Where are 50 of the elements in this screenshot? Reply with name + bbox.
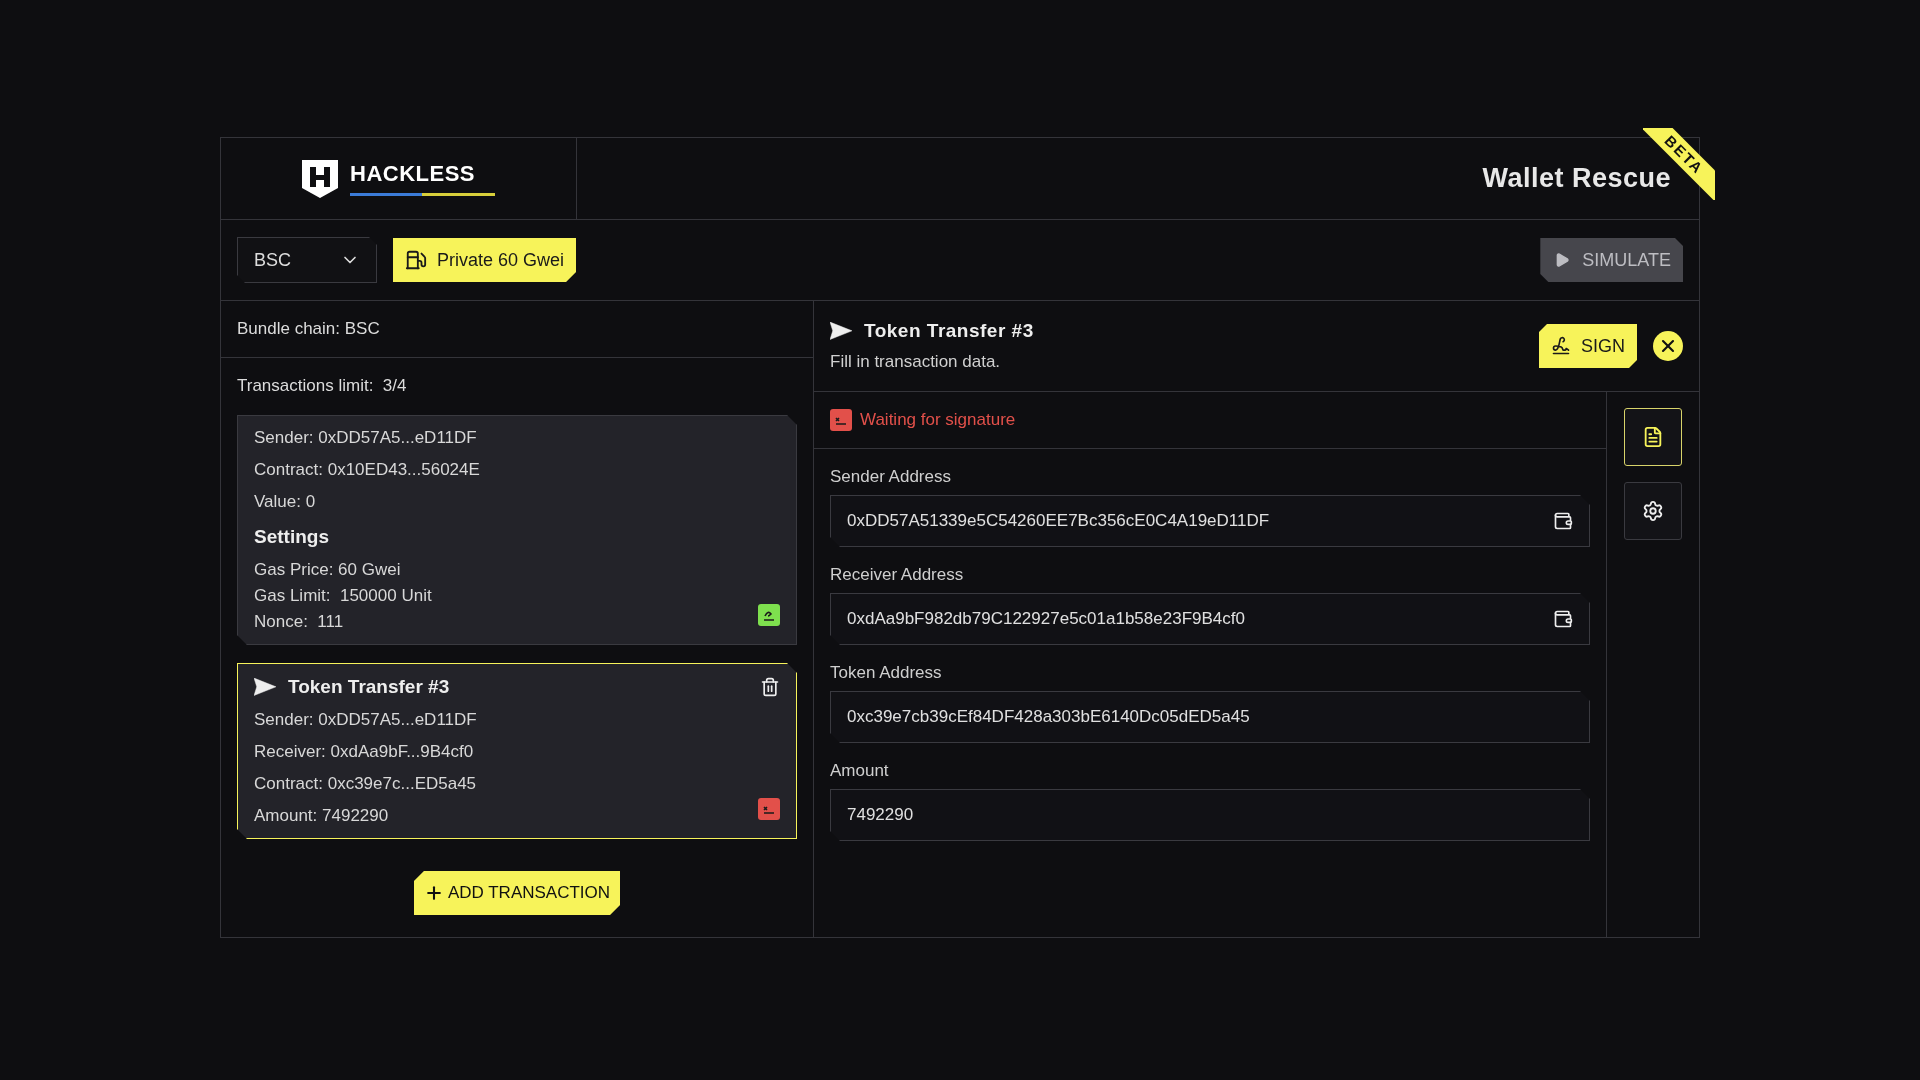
fuel-pump-icon — [405, 249, 427, 271]
field-label: Amount — [830, 761, 890, 781]
wallet-button[interactable] — [1553, 609, 1573, 629]
delete-button[interactable] — [760, 677, 780, 697]
trash-icon — [760, 677, 780, 697]
send-icon — [830, 322, 852, 340]
field-label: Receiver Address — [830, 565, 965, 585]
send-icon — [254, 678, 276, 696]
brand-name: HACKLESS — [350, 161, 476, 187]
transactions-limit-value: 3/4 — [382, 376, 407, 396]
document-button[interactable] — [1624, 408, 1682, 466]
setting-detail: Gas Price: 60 Gwei — [254, 560, 402, 580]
settings-heading: Settings — [254, 526, 330, 548]
shield-logo-icon — [302, 159, 338, 198]
transaction-detail: Receiver: 0xdAa9bF...9B4cf0 — [254, 742, 475, 762]
gas-button[interactable]: Private 60 Gwei — [393, 238, 577, 282]
transaction-detail: Contract: 0x10ED43...56024E — [254, 460, 481, 480]
field-label: Token Address — [830, 663, 943, 683]
field-label: Sender Address — [830, 467, 952, 487]
play-icon — [1554, 252, 1571, 268]
input-field[interactable]: 7492290 — [830, 789, 1590, 841]
transaction-title: Token Transfer #3 — [288, 676, 450, 698]
bundle-chain-label: Bundle chain: BSC — [237, 319, 380, 339]
setting-detail: Gas Limit: 150000 Unit — [254, 586, 433, 606]
add-transaction-button[interactable]: ADD TRANSACTION — [413, 871, 621, 915]
transaction-detail: Sender: 0xDD57A5...eD11DF — [254, 428, 478, 448]
transaction-subtitle: Fill in transaction data. — [830, 352, 1002, 372]
chain-select[interactable]: BSC — [237, 237, 377, 283]
wallet-icon — [1553, 609, 1573, 629]
signature-status: Waiting for signature — [860, 410, 1016, 430]
document-icon — [1642, 426, 1664, 448]
close-button[interactable] — [1653, 331, 1683, 361]
input-field[interactable]: 0xDD57A51339e5C54260EE7Bc356cE0C4A19eD11DF — [830, 495, 1590, 547]
transaction-detail: Amount: 7492290 — [254, 806, 390, 826]
signature-icon — [1551, 336, 1571, 356]
transaction-card[interactable]: Token Transfer #3 Sender: 0xDD57A5...eD11DF Receiver: 0xdAa9bF...9B4cf0 Contract: 0xc39e7c...ED5a45 Amount: 7492290 — [237, 663, 797, 839]
input-field[interactable]: 0xc39e7cb39cEf84DF428a303bE6140Dc05dED5a45 — [830, 691, 1590, 743]
transaction-detail: Sender: 0xDD57A5...eD11DF — [254, 710, 478, 730]
wallet-icon — [1553, 511, 1573, 531]
setting-detail: Nonce: 111 — [254, 612, 345, 632]
transaction-detail: Value: 0 — [254, 492, 317, 512]
settings-button[interactable] — [1624, 482, 1682, 540]
transaction-detail: Contract: 0xc39e7c...ED5a45 — [254, 774, 478, 794]
wallet-button[interactable] — [1553, 511, 1573, 531]
sign-button[interactable]: SIGN — [1539, 324, 1637, 368]
transaction-card[interactable]: Sender: 0xDD57A5...eD11DF Contract: 0x10ED43...56024E Value: 0 Settings Gas Price: 60 Gwei Gas Limit: 150000 Unit Nonce: 111 — [237, 415, 797, 645]
settings-icon — [1642, 500, 1664, 522]
input-field[interactable]: 0xdAa9bF982db79C122927e5c01a1b58e23F9B4cf0 — [830, 593, 1590, 645]
transactions-limit-label: Transactions limit: — [237, 376, 375, 396]
transaction-title: Token Transfer #3 — [864, 320, 1034, 342]
